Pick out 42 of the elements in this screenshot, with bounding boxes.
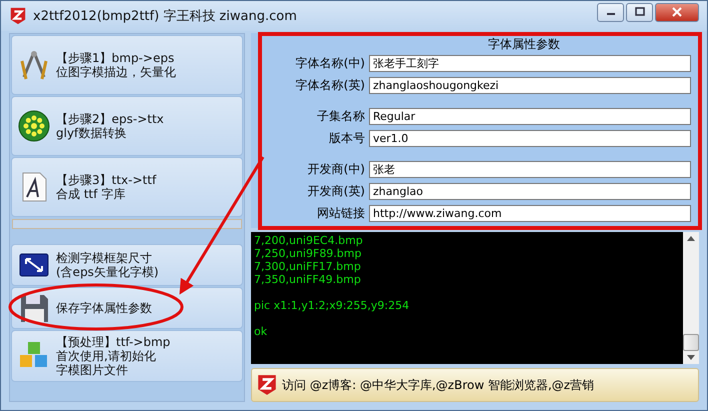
field-label: 版本号 — [328, 130, 365, 147]
field-label: 字体名称(英) — [294, 77, 365, 94]
field-label: 开发商(英) — [306, 183, 365, 200]
maximize-button[interactable] — [626, 2, 653, 22]
scroll-up-icon[interactable] — [687, 236, 695, 241]
scrollbar-thumb[interactable] — [683, 334, 699, 351]
text-field[interactable]: http://www.ziwang.com — [369, 205, 691, 222]
step-button[interactable]: 检测字模框架尺寸 (含eps矢量化字模) — [11, 244, 243, 286]
close-button[interactable] — [655, 2, 699, 22]
step-button[interactable]: 【步骤2】eps->ttx glyf数据转换 — [11, 96, 243, 156]
close-icon — [672, 7, 682, 17]
maximize-icon — [634, 7, 644, 17]
minimize-button[interactable] — [597, 2, 624, 22]
log-line: 7,250,uni9F89.bmp — [254, 247, 362, 260]
window-title: x2ttf2012(bmp2ttf) 字王科技 ziwang.com — [33, 8, 298, 25]
log-line: 7,300,uniFF17.bmp — [254, 260, 362, 273]
compass-icon — [18, 49, 50, 81]
step-button[interactable]: 【步骤1】bmp->eps 位图字模描边，矢量化 — [11, 35, 243, 95]
log-line: 7,350,uniFF49.bmp — [254, 273, 362, 286]
scrollbar[interactable] — [683, 232, 699, 364]
log-line: ok — [254, 325, 268, 338]
text-field[interactable]: 张老手工刻字 — [369, 55, 691, 72]
step-button[interactable]: 【步骤3】ttx->ttf 合成 ttf 字库 — [11, 157, 243, 217]
text-field[interactable]: zhanglaoshougongkezi — [369, 77, 691, 94]
text-field[interactable]: ver1.0 — [369, 130, 691, 147]
log-line: pic x1:1,y1:2;x9:255,y9:254 — [254, 299, 410, 312]
text-field[interactable]: Regular — [369, 108, 691, 125]
notice-text: 访问 @z博客: @中华大字库,@zBrow 智能浏览器,@z营销 — [282, 376, 594, 394]
log-line: 7,200,uni9EC4.bmp — [254, 234, 364, 247]
step-button[interactable]: 【预处理】ttf->bmp 首次使用,请初始化 字模图片文件 — [11, 330, 243, 382]
text-field[interactable]: zhanglao — [369, 183, 691, 200]
field-label: 子集名称 — [316, 108, 365, 125]
logo-icon — [256, 374, 278, 396]
app-logo-icon — [9, 7, 27, 25]
scroll-down-icon[interactable] — [687, 355, 695, 360]
panel-title: 字体属性参数 — [487, 36, 561, 52]
field-label: 网站链接 — [316, 205, 365, 222]
text-field[interactable]: 张老 — [369, 161, 691, 178]
field-label: 字体名称(中) — [294, 55, 365, 72]
field-label: 开发商(中) — [306, 161, 365, 178]
step-button[interactable]: 保存字体属性参数 — [11, 287, 243, 329]
flower-icon — [18, 110, 50, 142]
